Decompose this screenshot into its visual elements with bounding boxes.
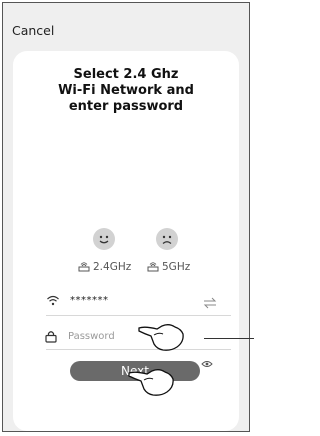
title-line-2: Wi-Fi Network and bbox=[58, 83, 194, 98]
show-password-eye-icon[interactable] bbox=[201, 353, 213, 372]
title-line-3: enter password bbox=[68, 99, 184, 114]
ssid-value: ******* bbox=[70, 294, 109, 306]
callout-line bbox=[204, 338, 254, 339]
page-title: Select 2.4 Ghz Wi-Fi Network and enter p… bbox=[13, 67, 239, 115]
pointing-hand-icon bbox=[128, 369, 174, 396]
router-icon bbox=[147, 262, 159, 272]
title-line-1: Select 2.4 Ghz bbox=[73, 67, 179, 82]
wifi-icon bbox=[47, 295, 59, 306]
lock-icon bbox=[45, 331, 57, 343]
app-frame: Cancel Select 2.4 Ghz Wi-Fi Network and … bbox=[2, 2, 250, 432]
router-icon bbox=[78, 262, 90, 272]
cancel-button[interactable]: Cancel bbox=[12, 23, 54, 38]
pointing-hand-icon bbox=[138, 324, 184, 351]
ssid-divider bbox=[46, 315, 231, 316]
switch-network-icon[interactable] bbox=[203, 294, 217, 313]
band-2-4ghz-label: 2.4GHz bbox=[93, 261, 132, 273]
frown-face-icon bbox=[156, 228, 178, 250]
smile-face-icon bbox=[93, 228, 115, 250]
band-2-4ghz: 2.4GHz bbox=[78, 261, 131, 273]
band-5ghz-label: 5GHz bbox=[162, 261, 191, 273]
band-5ghz: 5GHz bbox=[147, 261, 190, 273]
